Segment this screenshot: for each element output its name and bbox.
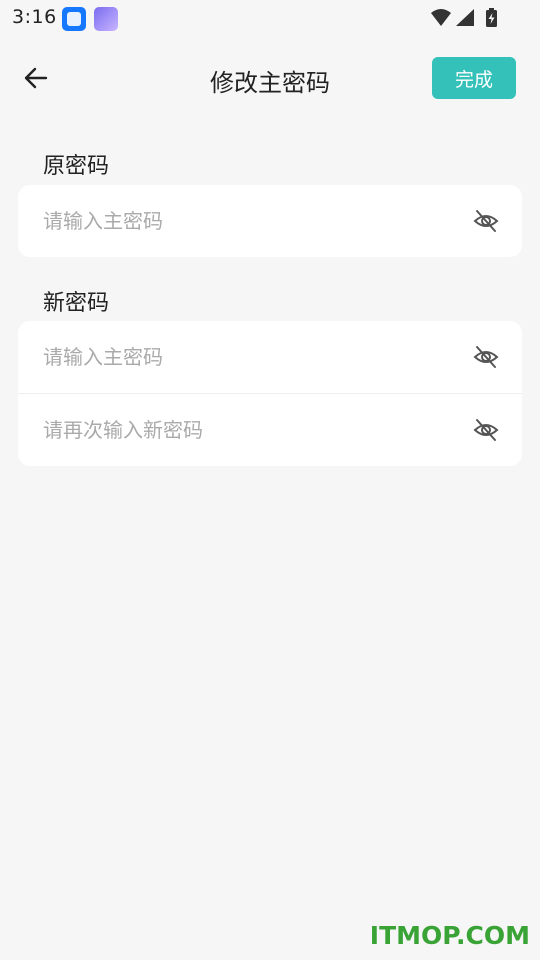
- app-header: 修改主密码 完成: [0, 52, 540, 104]
- new-password-row: [18, 321, 522, 393]
- new-password-input[interactable]: [43, 345, 443, 369]
- cellular-signal-icon: [456, 9, 474, 26]
- status-bar: 3:16: [0, 0, 540, 36]
- eye-off-icon[interactable]: [473, 344, 499, 370]
- status-time: 3:16: [12, 6, 57, 28]
- eye-off-icon[interactable]: [473, 417, 499, 443]
- original-password-row: [18, 185, 522, 257]
- status-indicators: [430, 7, 500, 29]
- new-password-label: 新密码: [43, 291, 110, 316]
- original-password-label: 原密码: [43, 154, 110, 179]
- confirm-password-row: [18, 393, 522, 466]
- wifi-icon: [431, 9, 451, 26]
- original-password-card: [18, 185, 522, 257]
- done-button[interactable]: 完成: [432, 57, 516, 99]
- battery-charging-icon: [486, 8, 497, 27]
- new-password-card: [18, 321, 522, 466]
- game-app-icon: [94, 7, 118, 31]
- watermark: ITMOP.COM: [369, 921, 530, 950]
- eye-off-icon[interactable]: [473, 208, 499, 234]
- app-notification-icon: [62, 7, 86, 31]
- original-password-input[interactable]: [43, 209, 443, 233]
- confirm-password-input[interactable]: [43, 418, 443, 442]
